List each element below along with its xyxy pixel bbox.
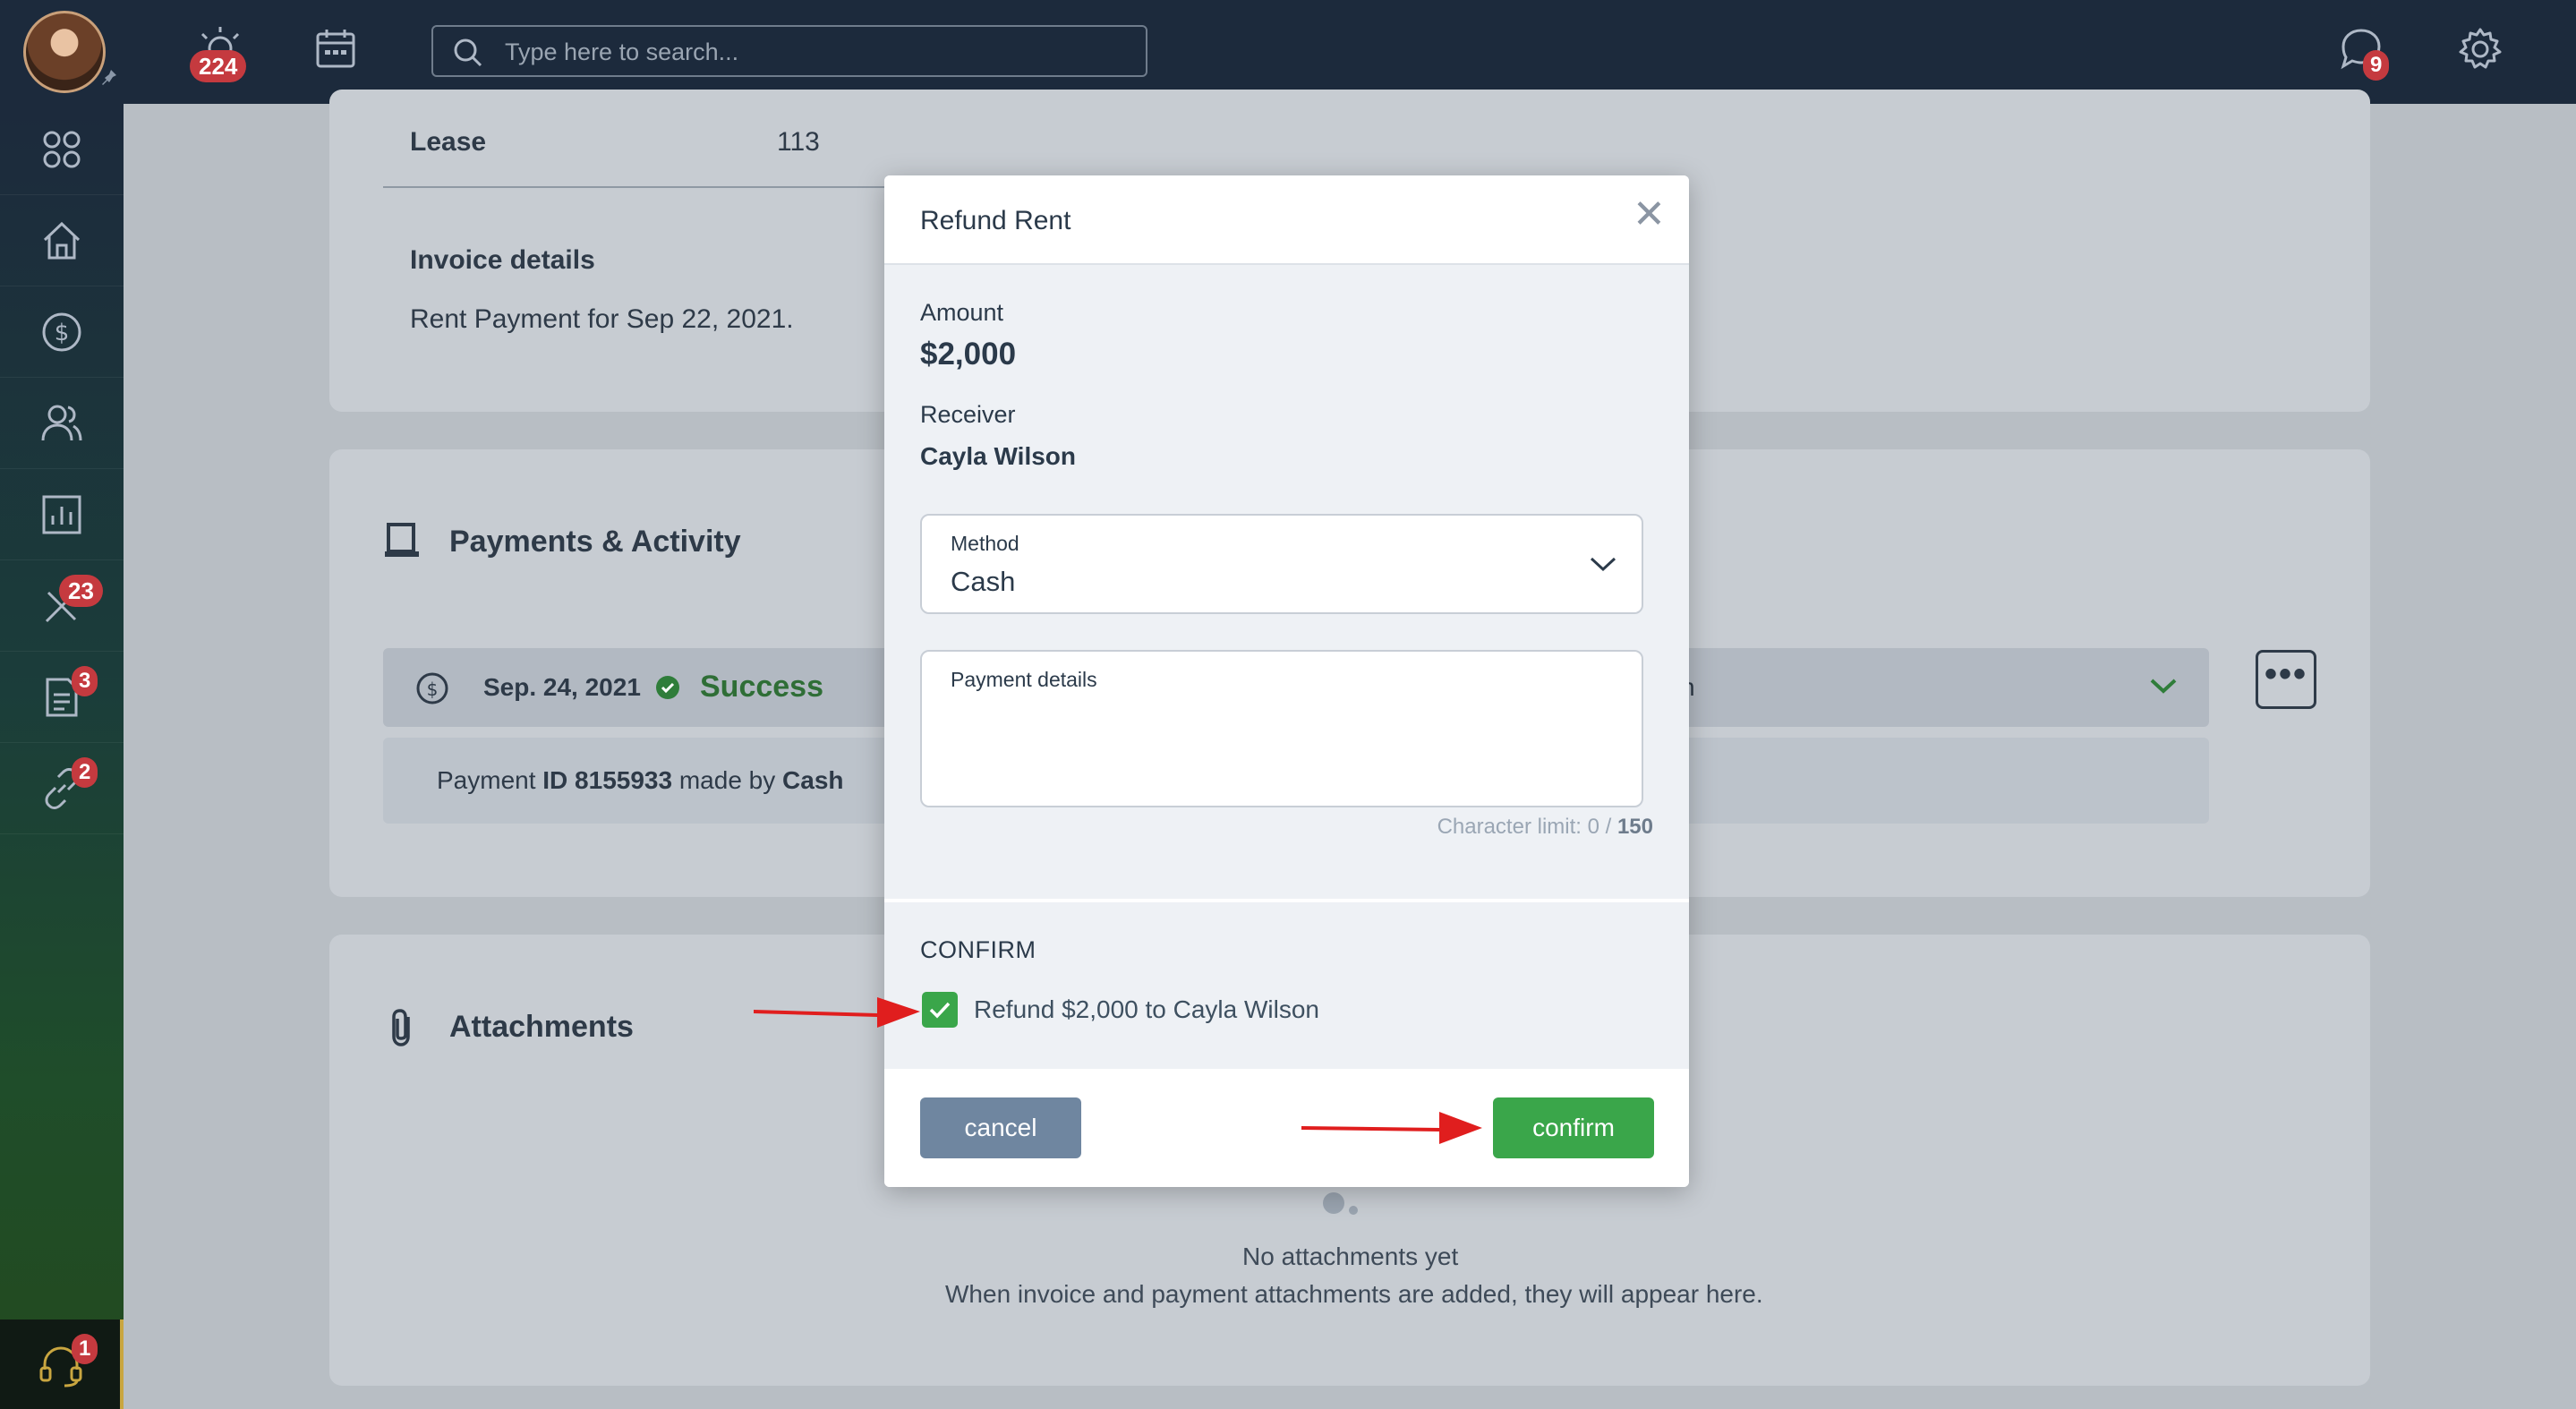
- bar-chart-icon: [42, 495, 81, 534]
- sidebar-item-people[interactable]: [0, 378, 124, 469]
- payment-method: Cash: [782, 766, 844, 794]
- receiver-label: Receiver: [920, 401, 1016, 428]
- lease-value: 113: [777, 127, 820, 157]
- search-bar[interactable]: [431, 25, 1147, 77]
- method-label: Method: [951, 532, 1019, 555]
- sidebar: $ 23 3 2: [0, 104, 124, 1409]
- invoice-details-label: Invoice details: [410, 245, 595, 275]
- people-icon: [41, 405, 82, 440]
- payment-date: Sep. 24, 2021: [483, 673, 641, 701]
- calendar-icon[interactable]: [315, 27, 356, 74]
- receiver-value: Cayla Wilson: [920, 442, 1077, 470]
- modal-header: Refund Rent ✕: [884, 175, 1689, 265]
- payment-status: Success: [700, 670, 823, 704]
- settings-gear-icon[interactable]: [2458, 27, 2503, 76]
- payments-title: Payments & Activity: [449, 525, 741, 559]
- top-bar: 224 9: [0, 0, 2576, 104]
- chevron-down-icon[interactable]: [2148, 675, 2179, 701]
- sidebar-item-reports[interactable]: [0, 469, 124, 560]
- sidebar-item-home[interactable]: [0, 195, 124, 286]
- maintenance-badge: 23: [59, 575, 103, 607]
- confirm-button[interactable]: confirm: [1493, 1097, 1654, 1158]
- paperclip-icon: [385, 1008, 421, 1052]
- refund-rent-modal: Refund Rent ✕ Amount $2,000 Receiver Cay…: [884, 175, 1689, 1187]
- more-options-button[interactable]: •••: [2256, 650, 2316, 709]
- no-attachments-hint: When invoice and payment attachments are…: [945, 1280, 1763, 1308]
- links-badge: 2: [72, 757, 98, 788]
- amount-label: Amount: [920, 299, 1004, 326]
- home-icon: [43, 221, 81, 259]
- invoice-details-text: Rent Payment for Sep 22, 2021.: [410, 304, 794, 334]
- svg-text:$: $: [427, 679, 439, 700]
- laptop-icon: [383, 521, 422, 565]
- lease-divider: [383, 186, 884, 188]
- modal-footer: cancel confirm: [884, 1069, 1689, 1187]
- payment-id: ID 8155933: [542, 766, 673, 794]
- search-input[interactable]: [505, 36, 1122, 68]
- method-value: Cash: [951, 566, 1016, 597]
- cancel-button[interactable]: cancel: [920, 1097, 1081, 1158]
- character-limit: Character limit: 0 / 150: [1437, 815, 1653, 840]
- payment-detail-line: Payment ID 8155933 made by Cash: [437, 766, 844, 795]
- sidebar-item-apps[interactable]: [0, 104, 124, 195]
- lease-label: Lease: [410, 127, 487, 157]
- sidebar-support[interactable]: 1: [0, 1319, 124, 1409]
- attachments-title: Attachments: [449, 1010, 634, 1044]
- chevron-down-icon: [1588, 553, 1618, 579]
- checkmark-icon: [929, 1002, 951, 1019]
- confirm-heading: CONFIRM: [920, 936, 1036, 963]
- pin-icon: [100, 68, 118, 86]
- sidebar-item-links[interactable]: 2: [0, 743, 124, 834]
- messages-badge: 9: [2363, 50, 2390, 81]
- sidebar-item-tasks[interactable]: 3: [0, 652, 124, 743]
- apps-grid-icon: [43, 131, 81, 167]
- sidebar-item-accounting[interactable]: $: [0, 286, 124, 378]
- notifications-badge: 224: [190, 50, 247, 82]
- annotation-arrow-confirm: [1301, 1112, 1482, 1144]
- amount-value: $2,000: [920, 337, 1017, 371]
- close-icon[interactable]: ✕: [1633, 195, 1666, 235]
- payment-line-prefix: Payment: [437, 766, 536, 794]
- refund-confirm-label[interactable]: Refund $2,000 to Cayla Wilson: [974, 995, 1319, 1024]
- payment-details-field[interactable]: Payment details: [920, 650, 1643, 807]
- tasks-badge: 3: [72, 666, 98, 696]
- method-select[interactable]: Method Cash: [920, 514, 1643, 614]
- section-divider: [884, 899, 1689, 902]
- refund-confirm-checkbox[interactable]: [922, 992, 958, 1028]
- dollar-circle-icon: $: [42, 312, 81, 351]
- character-limit-prefix: Character limit: 0 /: [1437, 815, 1617, 839]
- svg-text:$: $: [55, 320, 70, 346]
- sidebar-item-maintenance[interactable]: 23: [0, 560, 124, 652]
- success-check-icon: [655, 675, 680, 704]
- payment-details-label: Payment details: [951, 668, 1097, 691]
- character-limit-max: 150: [1616, 815, 1653, 839]
- search-icon: [453, 38, 483, 73]
- payment-made-by: made by: [678, 766, 776, 794]
- support-badge: 1: [72, 1334, 98, 1364]
- modal-title: Refund Rent: [920, 206, 1071, 235]
- no-attachments-text: No attachments yet: [1242, 1242, 1459, 1270]
- annotation-arrow-checkbox: [754, 997, 920, 1028]
- user-avatar[interactable]: [23, 11, 106, 93]
- payment-dollar-icon: $: [415, 671, 449, 710]
